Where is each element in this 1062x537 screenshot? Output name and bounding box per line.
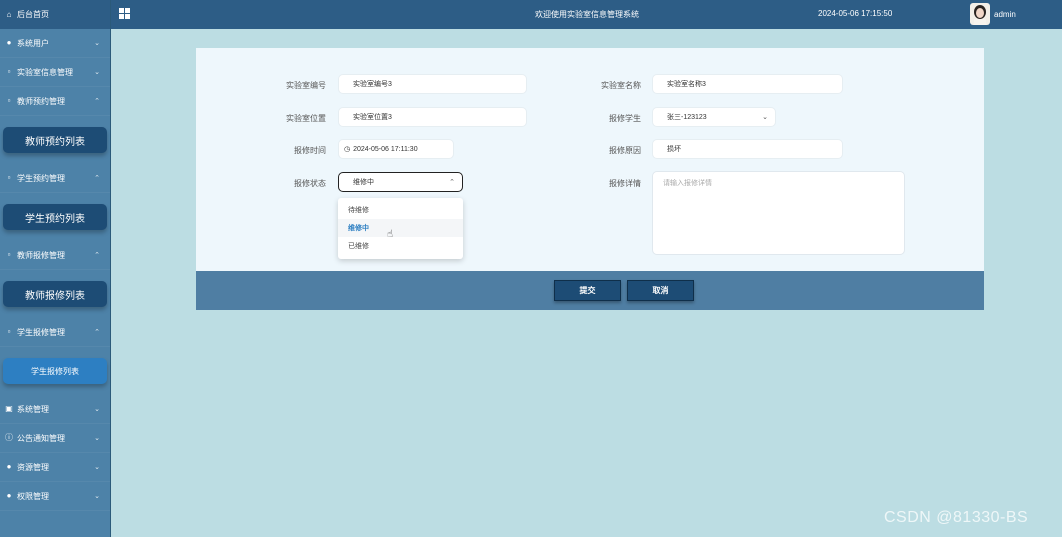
sidebar-item-teacher-booking[interactable]: ▫ 教师预约管理 ⌃	[0, 87, 110, 116]
status-option[interactable]: 待维修	[338, 201, 463, 219]
clock-icon: ◷	[344, 146, 351, 153]
repair-detail-label: 报修详情	[609, 179, 641, 188]
repair-detail-textarea[interactable]: 请输入报修详情	[652, 171, 905, 255]
chevron-down-icon: ⌄	[94, 406, 100, 413]
sidebar-item-system-users[interactable]: ● 系统用户 ⌄	[0, 29, 110, 58]
submenu: 教师报修列表	[0, 270, 110, 318]
repair-status-select[interactable]: 维修中 ⌃	[338, 172, 463, 192]
status-option-selected[interactable]: 维修中	[338, 219, 463, 237]
user-icon: ●	[6, 38, 12, 47]
repair-time-picker[interactable]: ◷ 2024-05-06 17:11:30	[338, 139, 454, 159]
submenu-student-repair-list[interactable]: 学生报修列表	[3, 358, 107, 384]
chevron-down-icon: ⌄	[762, 114, 768, 121]
chevron-down-icon: ⌄	[94, 493, 100, 500]
avatar[interactable]	[970, 3, 990, 25]
submenu: 学生报修列表	[0, 347, 110, 395]
lab-location-label: 实验室位置	[286, 114, 326, 123]
sidebar-item-student-booking[interactable]: ▫ 学生预约管理 ⌃	[0, 164, 110, 193]
sidebar-item-student-repair[interactable]: ▫ 学生报修管理 ⌃	[0, 318, 110, 347]
welcome-text: 欢迎使用实验室信息管理系统	[535, 10, 639, 19]
chevron-down-icon: ⌄	[94, 69, 100, 76]
student-value: 张三-123123	[667, 114, 707, 121]
chevron-up-icon: ⌃	[94, 252, 100, 259]
edit-icon: ▫	[7, 327, 11, 336]
image-icon: ▣	[5, 404, 13, 413]
submenu: 教师预约列表	[0, 116, 110, 164]
watermark: CSDN @81330-BS	[884, 509, 1029, 526]
current-datetime: 2024-05-06 17:15:50	[818, 9, 893, 18]
edit-icon: ▫	[7, 173, 11, 182]
chevron-down-icon: ⌄	[94, 40, 100, 47]
sidebar-item-label: 系统用户	[17, 38, 49, 48]
student-label: 报修学生	[609, 114, 641, 123]
lab-no-label: 实验室编号	[286, 81, 326, 90]
topbar: 欢迎使用实验室信息管理系统 2024-05-06 17:15:50 admin	[111, 0, 1062, 29]
repair-reason-value: 损坏	[667, 146, 681, 153]
lab-no-field[interactable]: 实验室编号3	[338, 74, 527, 94]
sidebar-item-permission-manage[interactable]: ● 权限管理 ⌄	[0, 482, 110, 511]
user-icon: ●	[6, 491, 12, 500]
lab-name-value: 实验室名称3	[667, 81, 706, 88]
sidebar-item-label: 实验室信息管理	[17, 67, 73, 77]
submit-button[interactable]: 提交	[554, 280, 621, 301]
chevron-down-icon: ⌄	[94, 435, 100, 442]
location-icon: ●	[6, 462, 12, 471]
submenu: 学生预约列表	[0, 193, 110, 241]
username[interactable]: admin	[994, 10, 1016, 19]
repair-reason-field[interactable]: 损坏	[652, 139, 843, 159]
repair-time-label: 报修时间	[294, 146, 326, 155]
sidebar-item-label: 资源管理	[17, 462, 49, 472]
cancel-button[interactable]: 取消	[627, 280, 694, 301]
edit-icon: ▫	[7, 250, 11, 259]
lab-name-label: 实验室名称	[601, 81, 641, 90]
sidebar-item-teacher-repair[interactable]: ▫ 教师报修管理 ⌃	[0, 241, 110, 270]
edit-icon: ▫	[7, 96, 11, 105]
lab-location-field[interactable]: 实验室位置3	[338, 107, 527, 127]
info-icon: ⓘ	[5, 433, 13, 442]
sidebar-home-label: 后台首页	[17, 10, 49, 19]
sidebar-item-label: 学生预约管理	[17, 173, 65, 183]
home-icon: ⌂	[6, 9, 12, 19]
repair-status-label: 报修状态	[294, 179, 326, 188]
student-select[interactable]: 张三-123123 ⌄	[652, 107, 776, 127]
repair-status-value: 维修中	[353, 179, 374, 186]
submenu-teacher-booking-list[interactable]: 教师预约列表	[3, 127, 107, 153]
edit-icon: ▫	[7, 67, 11, 76]
sidebar: ⌂ 后台首页 ● 系统用户 ⌄ ▫ 实验室信息管理 ⌄ ▫ 教师预约管理 ⌃ 教…	[0, 0, 111, 537]
chevron-up-icon: ⌃	[449, 179, 455, 186]
sidebar-item-label: 教师报修管理	[17, 250, 65, 260]
chevron-down-icon: ⌄	[94, 464, 100, 471]
chevron-up-icon: ⌃	[94, 329, 100, 336]
submenu-student-booking-list[interactable]: 学生预约列表	[3, 204, 107, 230]
chevron-up-icon: ⌃	[94, 98, 100, 105]
sidebar-item-label: 权限管理	[17, 491, 49, 501]
repair-time-value: 2024-05-06 17:11:30	[353, 145, 418, 153]
repair-reason-label: 报修原因	[609, 146, 641, 155]
menu-grid-icon[interactable]	[119, 8, 130, 19]
sidebar-item-label: 学生报修管理	[17, 327, 65, 337]
lab-location-value: 实验室位置3	[353, 114, 392, 121]
lab-no-value: 实验室编号3	[353, 81, 392, 88]
sidebar-item-system-manage[interactable]: ▣ 系统管理 ⌄	[0, 395, 110, 424]
status-option[interactable]: 已维修	[338, 237, 463, 255]
sidebar-home[interactable]: ⌂ 后台首页	[0, 0, 110, 29]
sidebar-item-notice-manage[interactable]: ⓘ 公告通知管理 ⌄	[0, 424, 110, 453]
button-bar: 提交 取消	[196, 271, 984, 310]
submenu-teacher-repair-list[interactable]: 教师报修列表	[3, 281, 107, 307]
sidebar-item-resource-manage[interactable]: ● 资源管理 ⌄	[0, 453, 110, 482]
chevron-up-icon: ⌃	[94, 175, 100, 182]
sidebar-item-label: 公告通知管理	[17, 433, 65, 443]
sidebar-item-label: 教师预约管理	[17, 96, 65, 106]
hand-cursor-icon: ☝	[387, 229, 394, 240]
lab-name-field[interactable]: 实验室名称3	[652, 74, 843, 94]
sidebar-item-lab-info[interactable]: ▫ 实验室信息管理 ⌄	[0, 58, 110, 87]
status-dropdown: 待维修 维修中 已维修	[338, 198, 463, 259]
sidebar-item-label: 系统管理	[17, 404, 49, 414]
